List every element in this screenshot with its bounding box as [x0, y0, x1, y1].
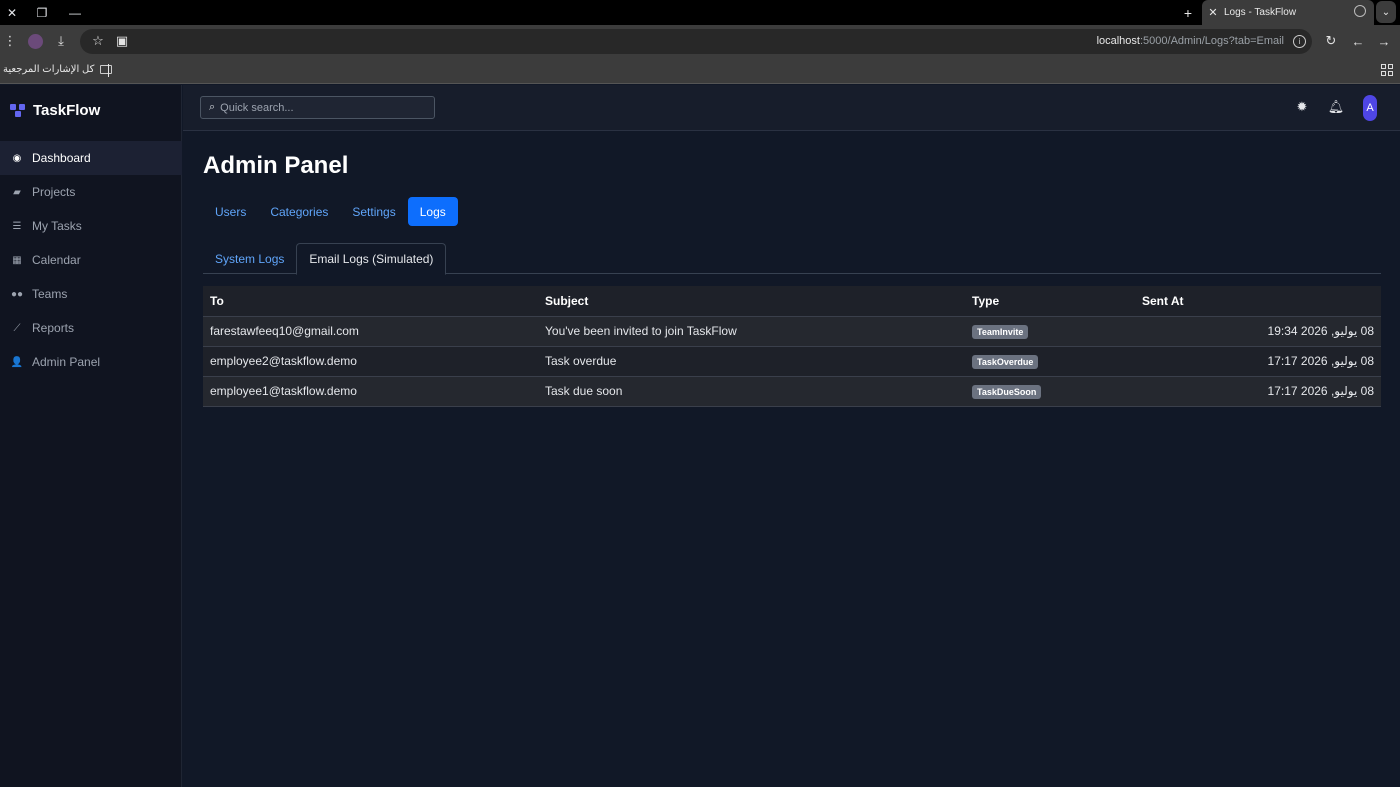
bookmark-star-icon[interactable]: ☆	[88, 31, 108, 51]
tab-logs[interactable]: Logs	[407, 197, 458, 226]
sidebar-item-teams[interactable]: ●● Teams	[0, 277, 182, 311]
type-badge: TaskOverdue	[972, 354, 1039, 369]
back-icon[interactable]: ←	[1348, 31, 1368, 51]
search-icon: ⌕	[209, 101, 216, 113]
folder-icon: ▰	[13, 186, 21, 198]
table-header-row: To Subject Type Sent At	[203, 286, 1381, 317]
separator	[108, 64, 109, 77]
brand-name: TaskFlow	[33, 102, 101, 119]
sidebar-item-label: Reports	[32, 321, 75, 335]
column-header-type: Type	[965, 286, 1135, 317]
avatar[interactable]: A	[1363, 95, 1377, 121]
cell-sent-at: 08 يوليو, 2026 19:34	[1135, 316, 1381, 347]
type-badge: TeamInvite	[972, 324, 1029, 339]
column-header-sent-at: Sent At	[1135, 286, 1381, 317]
column-header-to: To	[203, 286, 538, 317]
cell-subject: Task due soon	[538, 376, 965, 407]
gauge-icon: ◉	[12, 152, 22, 164]
users-icon: ●●	[10, 288, 24, 300]
sidebar-item-calendar[interactable]: ▦ Calendar	[0, 243, 182, 277]
cell-type: TaskOverdue	[965, 346, 1135, 377]
reload-icon[interactable]: ↻	[1321, 31, 1341, 51]
browser-tab[interactable]: ✕ Logs - TaskFlow	[1202, 0, 1374, 25]
tab-search-icon[interactable]: ⌄	[1376, 1, 1396, 23]
admin-tabs: Users Categories Settings Logs	[203, 197, 458, 226]
list-icon: ☰	[12, 220, 22, 232]
main-content: Admin Panel Users Categories Settings Lo…	[183, 131, 1400, 787]
type-badge: TaskDueSoon	[972, 384, 1042, 399]
sidebar-nav: ◉ Dashboard ▰ Projects ☰ My Tasks ▦ Cale…	[0, 141, 182, 379]
log-subtabs: System Logs Email Logs (Simulated)	[203, 243, 1381, 275]
sidebar-item-label: Teams	[32, 287, 68, 301]
sidebar-item-label: My Tasks	[32, 219, 82, 233]
column-header-subject: Subject	[538, 286, 965, 317]
bell-icon[interactable]: 🔔︎	[1328, 99, 1345, 115]
sidebar-item-label: Admin Panel	[32, 355, 101, 369]
tab-settings[interactable]: Settings	[340, 197, 407, 226]
sidebar-item-admin-panel[interactable]: 👤 Admin Panel	[0, 345, 182, 379]
tab-categories[interactable]: Categories	[258, 197, 340, 226]
table-row: employee2@taskflow.demo Task overdue Tas…	[203, 346, 1381, 377]
page-title: Admin Panel	[203, 152, 349, 179]
sidebar-item-dashboard[interactable]: ◉ Dashboard	[0, 141, 182, 175]
tab-system-logs[interactable]: System Logs	[203, 243, 296, 274]
cast-icon[interactable]: ▣	[112, 31, 132, 51]
calendar-icon: ▦	[12, 254, 22, 266]
sidebar-item-projects[interactable]: ▰ Projects	[0, 175, 182, 209]
tab-users[interactable]: Users	[203, 197, 258, 226]
cell-type: TeamInvite	[965, 316, 1135, 347]
restore-window-icon[interactable]: ❐	[30, 0, 54, 25]
bookmarks-label: كل الإشارات المرجعية	[3, 64, 95, 75]
cell-subject: You've been invited to join TaskFlow	[538, 316, 965, 347]
close-tab-icon[interactable]: ✕	[1202, 6, 1224, 19]
cell-sent-at: 08 يوليو, 2026 17:17	[1135, 346, 1381, 377]
search-input[interactable]	[220, 101, 421, 114]
brand[interactable]: TaskFlow	[10, 102, 100, 119]
cell-to: employee2@taskflow.demo	[203, 346, 538, 377]
folder-icon	[100, 65, 113, 74]
user-gear-icon: 👤	[10, 356, 24, 368]
sidebar-item-label: Dashboard	[32, 151, 91, 165]
new-tab-icon[interactable]: +	[1178, 0, 1198, 25]
email-logs-table: To Subject Type Sent At farestawfeeq10@g…	[203, 286, 1381, 407]
all-bookmarks[interactable]: كل الإشارات المرجعية	[3, 64, 113, 75]
table-row: farestawfeeq10@gmail.com You've been inv…	[203, 316, 1381, 347]
profile-icon[interactable]	[25, 31, 45, 51]
minimize-window-icon[interactable]: —	[63, 0, 87, 25]
cell-to: farestawfeeq10@gmail.com	[203, 316, 538, 347]
url-text[interactable]: localhost:5000/Admin/Logs?tab=Email	[1097, 35, 1284, 47]
quick-search[interactable]: ⌕	[200, 96, 435, 119]
cell-to: employee1@taskflow.demo	[203, 376, 538, 407]
globe-icon	[1354, 5, 1366, 17]
browser-toolbar: ⋮ ⤓ ☆ ▣ localhost:5000/Admin/Logs?tab=Em…	[0, 25, 1400, 58]
site-info-icon[interactable]: i	[1293, 35, 1306, 48]
sidebar-item-label: Calendar	[32, 253, 81, 267]
top-bar: ⌕ ✹ 🔔︎ A	[183, 85, 1400, 131]
bookmarks-bar: كل الإشارات المرجعية	[0, 58, 1400, 84]
sidebar: TaskFlow ◉ Dashboard ▰ Projects ☰ My Tas…	[0, 85, 182, 787]
sidebar-item-reports[interactable]: ⟋ Reports	[0, 311, 182, 345]
taskflow-logo-icon	[10, 103, 26, 118]
sidebar-item-my-tasks[interactable]: ☰ My Tasks	[0, 209, 182, 243]
apps-grid-icon[interactable]	[1381, 64, 1393, 76]
sidebar-item-label: Projects	[32, 185, 76, 199]
gear-icon[interactable]: ✹	[1294, 99, 1310, 115]
close-window-icon[interactable]: ✕	[0, 0, 24, 25]
cell-sent-at: 08 يوليو, 2026 17:17	[1135, 376, 1381, 407]
cell-type: TaskDueSoon	[965, 376, 1135, 407]
download-icon[interactable]: ⤓	[51, 31, 71, 51]
tab-title: Logs - TaskFlow	[1224, 7, 1297, 18]
forward-icon[interactable]: →	[1374, 31, 1394, 51]
browser-tab-bar: ✕ ❐ — + ✕ Logs - TaskFlow ⌄	[0, 0, 1400, 25]
cell-subject: Task overdue	[538, 346, 965, 377]
address-bar[interactable]: ☆ ▣ localhost:5000/Admin/Logs?tab=Email …	[80, 29, 1312, 54]
menu-icon[interactable]: ⋮	[0, 31, 20, 51]
tab-email-logs[interactable]: Email Logs (Simulated)	[296, 243, 447, 275]
chart-icon: ⟋	[13, 322, 21, 334]
table-row: employee1@taskflow.demo Task due soon Ta…	[203, 376, 1381, 407]
